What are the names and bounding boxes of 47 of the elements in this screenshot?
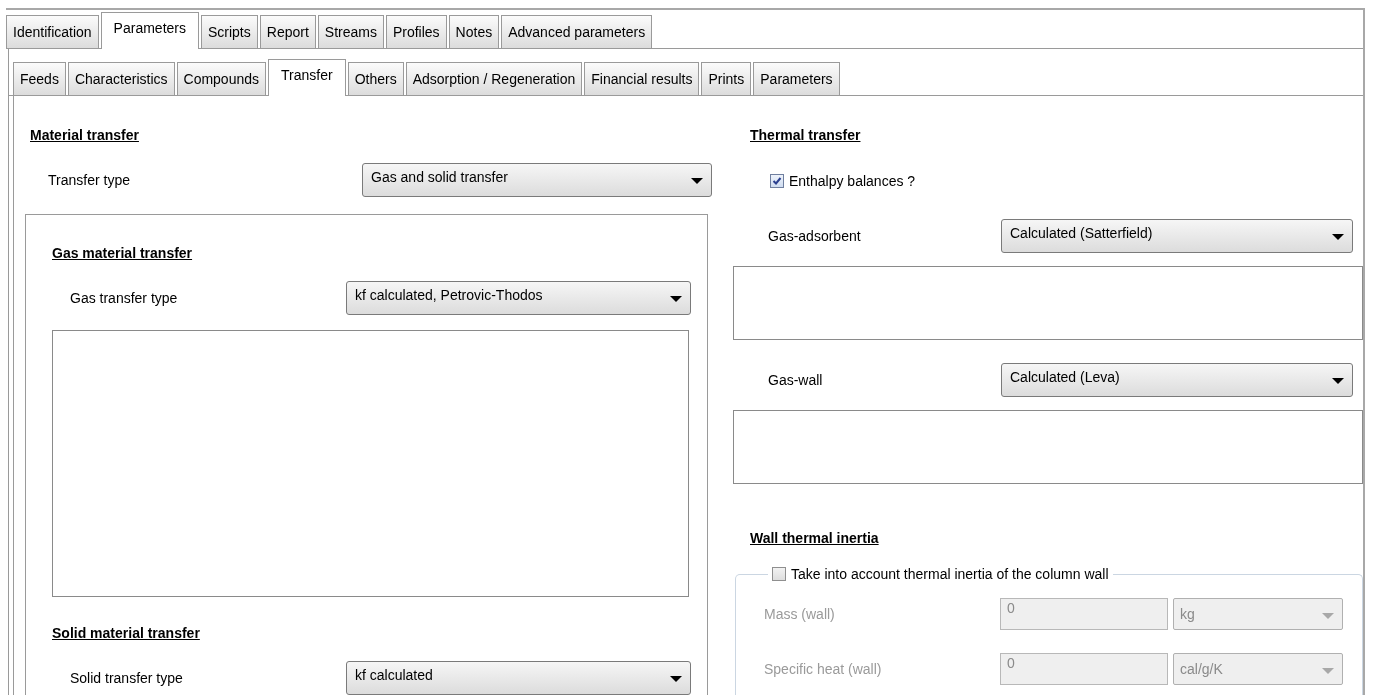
tab[interactable]: Transfer: [268, 59, 346, 96]
tab[interactable]: Others: [347, 62, 404, 95]
checkbox-label: Take into account thermal inertia of the column wall: [791, 566, 1109, 582]
text-area[interactable]: [733, 266, 1363, 340]
caret-icon: [1322, 613, 1334, 619]
caret-icon: [1332, 378, 1344, 384]
tab[interactable]: Compounds: [176, 62, 266, 95]
tab[interactable]: Adsorption / Regeneration: [405, 62, 583, 95]
field-label: Specific heat (wall): [764, 661, 883, 677]
dropdown[interactable]: Calculated (Satterfield): [1001, 219, 1353, 253]
field-label: Gas transfer type: [70, 290, 178, 306]
tab[interactable]: Prints: [701, 62, 752, 95]
tab[interactable]: Characteristics: [67, 62, 175, 95]
caret-icon: [670, 676, 682, 682]
caret-icon: [670, 296, 682, 302]
tab[interactable]: Report: [259, 15, 316, 48]
checkbox[interactable]: [772, 567, 786, 581]
tab[interactable]: Notes: [448, 15, 500, 48]
dropdown[interactable]: kf calculated, Petrovic-Thodos: [346, 281, 691, 315]
field-label: Gas-adsorbent: [768, 228, 861, 244]
dropdown[interactable]: kf calculated: [346, 661, 691, 695]
caret-icon: [691, 178, 703, 184]
tab[interactable]: Feeds: [13, 62, 66, 95]
caret-icon: [1332, 234, 1344, 240]
section-heading: Solid material transfer: [52, 625, 200, 641]
field-label: Transfer type: [48, 172, 130, 188]
tab[interactable]: Parameters: [753, 62, 840, 95]
field-label: Gas-wall: [768, 372, 823, 388]
field-label: Solid transfer type: [70, 670, 183, 686]
checkbox[interactable]: [770, 174, 784, 188]
section-heading: Gas material transfer: [52, 245, 193, 261]
section-heading: Thermal transfer: [750, 127, 861, 143]
section-heading: Material transfer: [30, 127, 139, 143]
caret-icon: [1322, 668, 1334, 674]
tab[interactable]: Scripts: [200, 15, 258, 48]
dropdown[interactable]: Calculated (Leva): [1001, 363, 1353, 397]
section-heading: Wall thermal inertia: [750, 530, 879, 546]
tab[interactable]: Financial results: [584, 62, 700, 95]
tab[interactable]: Identification: [6, 15, 99, 48]
tab[interactable]: Profiles: [385, 15, 447, 48]
tab[interactable]: Streams: [317, 15, 384, 48]
field-label: Mass (wall): [764, 606, 836, 622]
text-area[interactable]: [733, 410, 1363, 484]
tab[interactable]: Parameters: [100, 12, 199, 49]
dropdown[interactable]: Gas and solid transfer: [362, 163, 712, 197]
checkbox-label: Enthalpy balances ?: [789, 173, 916, 189]
tab[interactable]: Advanced parameters: [501, 15, 653, 48]
